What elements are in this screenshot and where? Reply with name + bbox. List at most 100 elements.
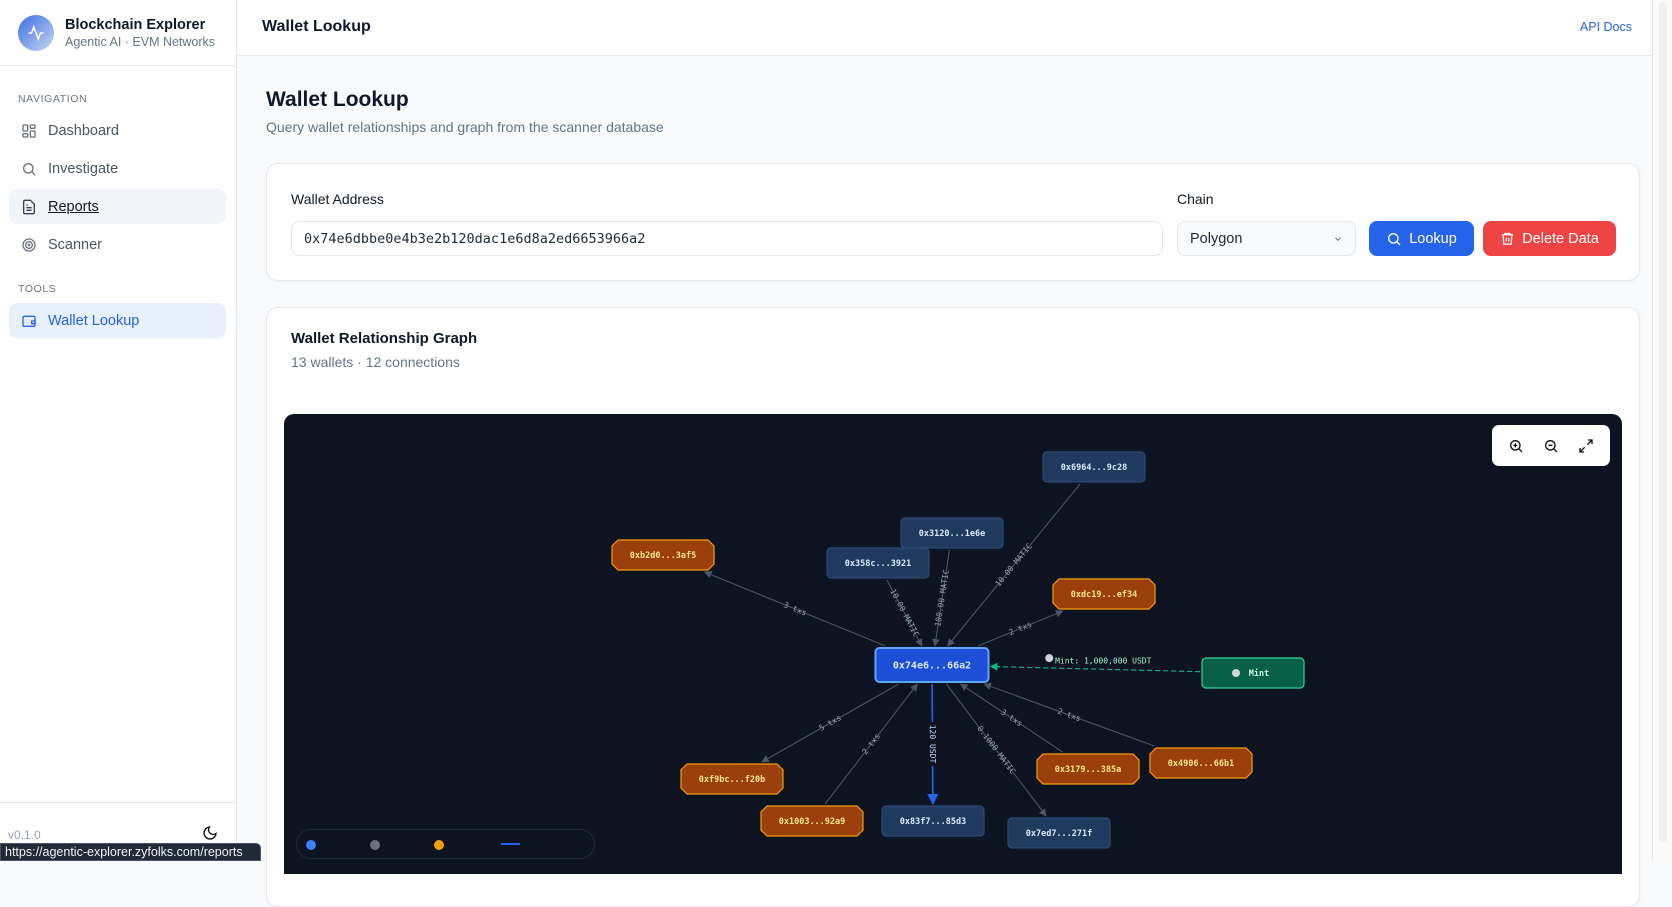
chain-label: Chain xyxy=(1177,191,1214,207)
search-icon xyxy=(23,162,36,175)
graph-edge[interactable]: 10.00 MATIC xyxy=(947,483,1081,647)
legend-dot-center xyxy=(306,840,316,850)
graph-title: Wallet Relationship Graph xyxy=(291,330,478,347)
sidebar-item-label: Scanner xyxy=(48,236,103,253)
node-label: 0x83f7...85d3 xyxy=(900,817,967,827)
graph-edge[interactable]: 2 txs xyxy=(977,610,1064,647)
graph-edge[interactable]: Mint: 1,000,000 USDT xyxy=(989,654,1201,673)
sidebar-item-label: Wallet Lookup xyxy=(48,312,140,329)
graph-node-contract[interactable]: 0xb2d0...3af5 xyxy=(611,539,715,571)
graph-edge[interactable]: 10.00 MATIC xyxy=(886,579,923,647)
sidebar-item-label: Investigate xyxy=(48,160,119,177)
edge-label: 0.1000 MATIC xyxy=(975,724,1017,776)
graph-node-contract[interactable]: 0xf9bc...f20b xyxy=(680,763,784,795)
lookup-button[interactable]: Lookup xyxy=(1369,221,1474,256)
graph-controls xyxy=(1492,425,1610,466)
address-value: 0x74e6dbbe0e4b3e2b120dac1e6d8a2ed6653966… xyxy=(304,230,646,247)
chain-select[interactable]: Polygon xyxy=(1177,221,1356,256)
section-navigation: NAVIGATION xyxy=(18,93,88,105)
delete-data-button[interactable]: Delete Data xyxy=(1483,221,1616,256)
address-label: Wallet Address xyxy=(291,191,384,207)
moon-icon[interactable] xyxy=(202,825,218,841)
node-label: 0xb2d0...3af5 xyxy=(630,551,697,561)
graph-node-contract[interactable]: 0x3179...385a xyxy=(1036,753,1140,785)
graph-edge[interactable]: 100.00 MATIC xyxy=(932,549,951,647)
edge-label: Mint: 1,000,000 USDT xyxy=(1055,657,1152,666)
edge-label: 5 txs xyxy=(818,713,844,733)
status-bar-url: https://agentic-explorer.zyfolks.com/rep… xyxy=(0,843,261,861)
sidebar-item-scanner[interactable]: Scanner xyxy=(9,227,226,262)
edge-label: 2 txs xyxy=(1008,620,1034,638)
sidebar-item-investigate[interactable]: Investigate xyxy=(9,151,226,186)
graph-node-center[interactable]: 0x74e6...66a2 xyxy=(874,647,990,683)
graph-node-wallet[interactable]: 0x3120...1e6e xyxy=(900,517,1004,549)
trash-icon xyxy=(1502,232,1514,245)
graph-node-mint[interactable]: Mint xyxy=(1201,657,1305,689)
node-label: 0x3120...1e6e xyxy=(919,529,986,539)
chain-value: Polygon xyxy=(1190,230,1243,247)
coin-icon xyxy=(1232,669,1240,677)
node-label: 0xdc19...ef34 xyxy=(1071,590,1138,600)
sidebar-item-label: Dashboard xyxy=(48,122,119,139)
sidebar-item-wallet-lookup[interactable]: Wallet Lookup xyxy=(9,303,226,338)
node-label: 0x74e6...66a2 xyxy=(893,661,971,672)
graph-edge[interactable]: 5 txs xyxy=(761,683,899,763)
edge-label: 2 txs xyxy=(1056,707,1082,724)
graph-svg[interactable]: 3 txs 10.00 MATIC 100.00 MATIC10.00 MATIC2… xyxy=(284,414,1622,874)
chevron-down-icon xyxy=(1335,236,1341,241)
edge-label: 3 txs xyxy=(782,600,808,618)
scrollbar[interactable] xyxy=(1652,0,1672,861)
graph-node-contract[interactable]: 0x4906...66b1 xyxy=(1149,747,1253,779)
page-subtitle: Query wallet relationships and graph fro… xyxy=(266,119,664,135)
graph-edge[interactable]: 2 txs xyxy=(824,683,918,805)
api-docs-link[interactable]: API Docs xyxy=(1580,20,1632,34)
wallet-address-input[interactable]: 0x74e6dbbe0e4b3e2b120dac1e6d8a2ed6653966… xyxy=(291,221,1163,256)
graph-summary: 13 wallets · 12 connections xyxy=(291,354,460,370)
node-label: 0x358c...3921 xyxy=(845,559,912,569)
edge-label: 10.00 MATIC xyxy=(888,587,921,638)
sidebar-item-label: Reports xyxy=(48,198,99,215)
app-subtitle: Agentic AI · EVM Networks xyxy=(65,34,216,49)
graph-node-wallet[interactable]: 0x7ed7...271f xyxy=(1007,817,1111,849)
graph-edge[interactable]: 3 txs xyxy=(703,571,886,647)
edge-label: 100.00 MATIC xyxy=(933,569,951,628)
graph-node-contract[interactable]: 0xdc19...ef34 xyxy=(1052,578,1156,610)
delete-label: Delete Data xyxy=(1522,230,1599,247)
top-header: Wallet Lookup API Docs xyxy=(237,0,1652,56)
graph-node-wallet[interactable]: 0x358c...3921 xyxy=(826,547,930,579)
scrollbar-thumb[interactable] xyxy=(1659,2,1667,842)
file-text-icon xyxy=(23,199,35,214)
dashboard-icon xyxy=(22,123,36,138)
edge-label: 2 txs xyxy=(860,732,882,757)
zoom-out-icon[interactable] xyxy=(1543,438,1559,454)
node-label: 0x1003...92a9 xyxy=(779,817,846,827)
legend-dot-contract xyxy=(434,840,444,850)
sidebar: Blockchain Explorer Agentic AI · EVM Net… xyxy=(0,0,237,861)
brand[interactable]: Blockchain Explorer Agentic AI · EVM Net… xyxy=(0,0,236,66)
node-label: 0xf9bc...f20b xyxy=(699,775,766,785)
graph-edge[interactable]: 120 USDT xyxy=(927,683,939,806)
graph-legend xyxy=(296,829,595,859)
legend-line-transfer xyxy=(501,843,520,845)
zoom-in-icon[interactable] xyxy=(1508,438,1524,454)
app-title: Blockchain Explorer xyxy=(65,16,206,33)
wallet-graph-canvas[interactable]: 3 txs 10.00 MATIC 100.00 MATIC 10.00 MATIC 2… xyxy=(284,414,1622,874)
search-icon xyxy=(1388,232,1401,245)
node-label: 0x4906...66b1 xyxy=(1168,759,1235,769)
graph-node-wallet[interactable]: 0x83f7...85d3 xyxy=(881,805,985,837)
coin-icon xyxy=(1045,654,1054,663)
graph-edge[interactable]: 0.1000 MATIC xyxy=(945,683,1047,817)
header-title: Wallet Lookup xyxy=(262,18,371,35)
radar-icon xyxy=(22,237,36,252)
version: v0.1.0 xyxy=(8,828,41,842)
edge-label: 3 txs xyxy=(999,708,1024,729)
fullscreen-icon[interactable] xyxy=(1578,438,1594,454)
sidebar-item-dashboard[interactable]: Dashboard xyxy=(9,113,226,148)
graph-node-contract[interactable]: 0x1003...92a9 xyxy=(760,805,864,837)
edge-label: 120 USDT xyxy=(928,725,937,764)
node-label: Mint xyxy=(1249,668,1269,679)
legend-dot-wallet xyxy=(370,840,380,850)
section-tools: TOOLS xyxy=(18,283,57,295)
sidebar-item-reports[interactable]: Reports xyxy=(9,189,226,224)
graph-node-wallet[interactable]: 0x6964...9c28 xyxy=(1042,451,1146,483)
